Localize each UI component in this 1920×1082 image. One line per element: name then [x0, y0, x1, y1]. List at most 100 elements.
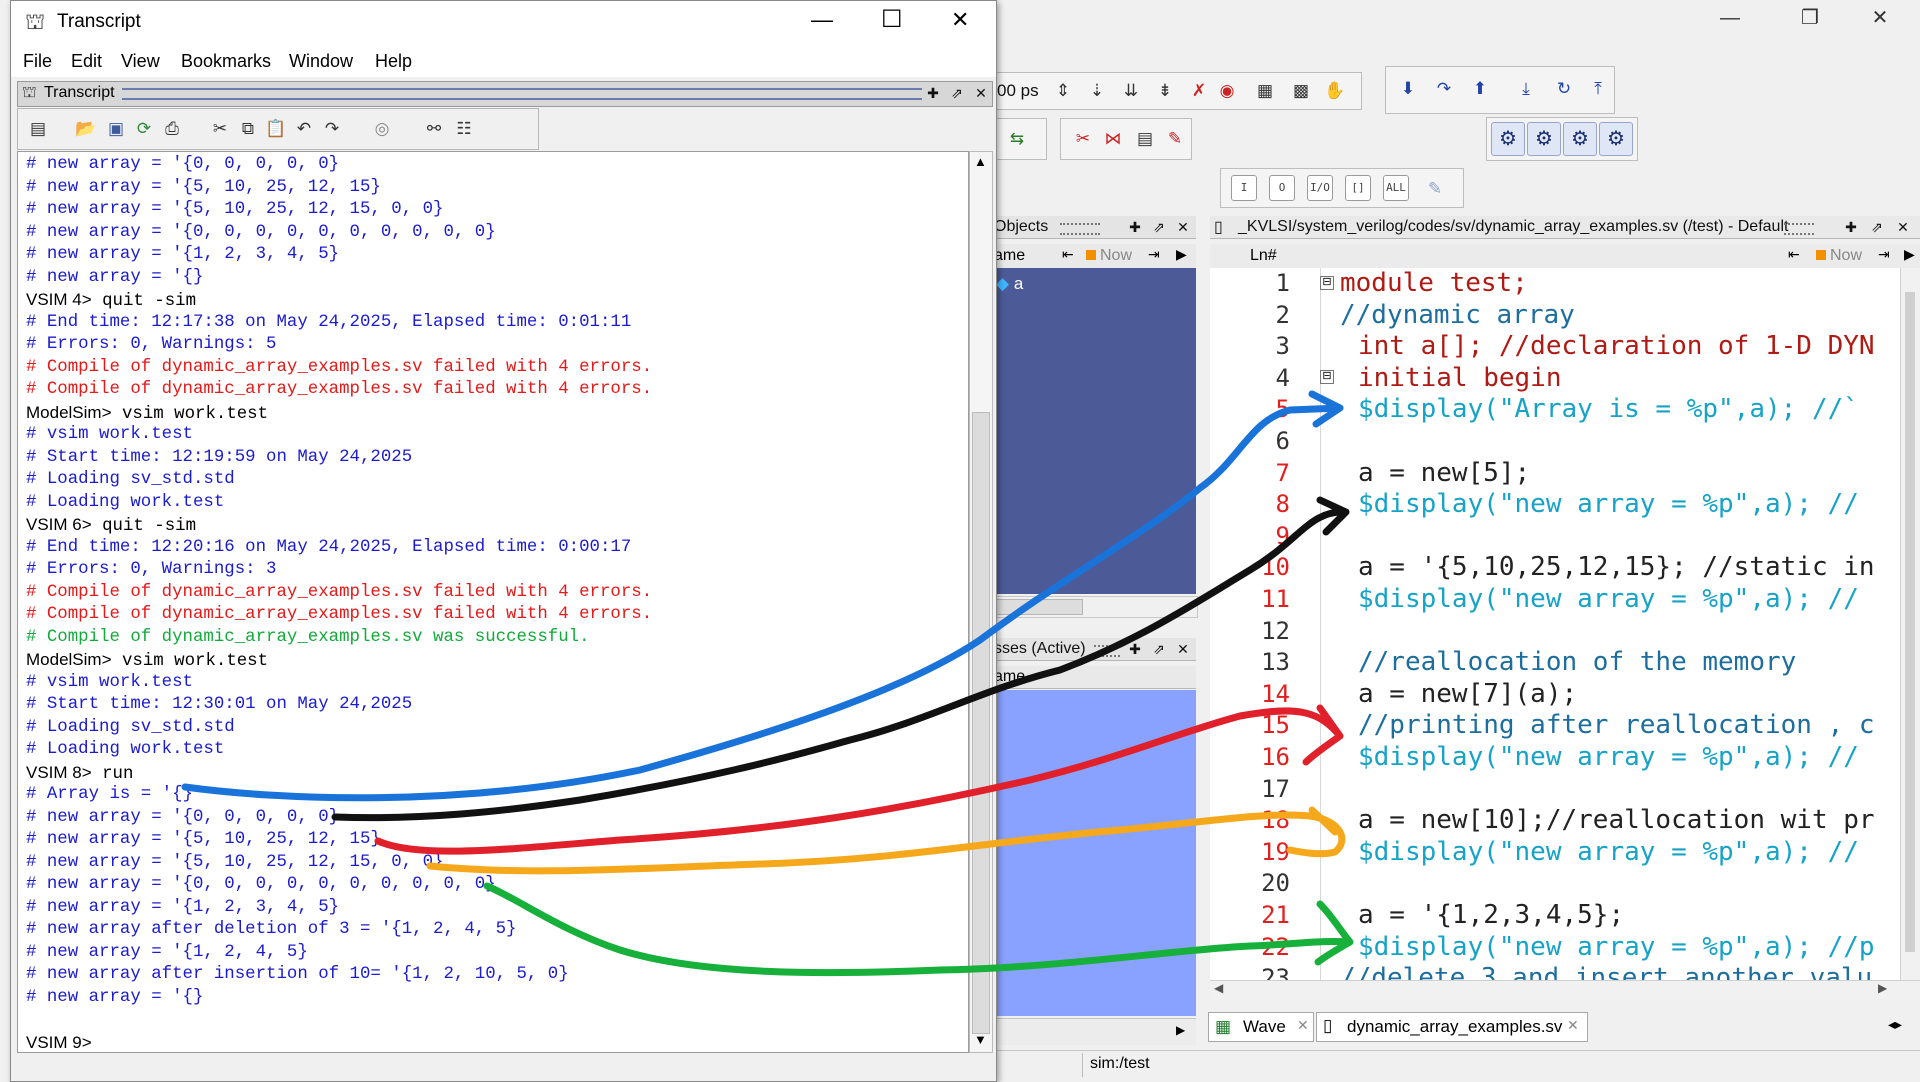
transcript-text-area[interactable]: # new array = '{0, 0, 0, 0, 0} # new arra…	[17, 151, 969, 1053]
menu-bookmarks[interactable]: Bookmarks	[181, 51, 271, 72]
menu-file[interactable]: File	[23, 51, 52, 72]
close-icon[interactable]: ✕	[1174, 640, 1192, 658]
tab-wave[interactable]: ▦ Wave ✕	[1208, 1012, 1314, 1042]
line-number[interactable]: 17	[1210, 774, 1290, 805]
new-file-icon[interactable]: ▤	[24, 115, 52, 143]
binoculars-icon[interactable]: ⚯	[420, 115, 448, 143]
run-all-icon[interactable]: ▩	[1287, 77, 1315, 105]
fold-toggle-icon[interactable]: ⊟	[1320, 276, 1334, 290]
objects-hscrollbar[interactable]	[990, 596, 1198, 618]
step-over-arrow-icon[interactable]: ↷	[1430, 75, 1458, 103]
objects-hscroll-thumb[interactable]	[993, 599, 1083, 615]
line-number[interactable]: 13	[1210, 647, 1290, 678]
restart-icon[interactable]: ▦	[1251, 77, 1279, 105]
line-number[interactable]: 8	[1210, 489, 1290, 520]
last-icon[interactable]: ⇥	[1148, 246, 1160, 263]
line-number[interactable]: 2	[1210, 300, 1290, 331]
document-icon[interactable]: ▤	[1131, 125, 1159, 153]
spin-updown-icon[interactable]: ⇕	[1049, 77, 1077, 105]
copy-icon[interactable]: ⧉	[234, 115, 262, 143]
step-into-arrow-icon[interactable]: ⤓	[1512, 75, 1540, 103]
dock-icon[interactable]: ✚	[1126, 218, 1144, 236]
first-icon[interactable]: ⇤	[1788, 246, 1800, 263]
first-icon[interactable]: ⇤	[1062, 246, 1074, 263]
scroll-right-icon[interactable]: ▶	[1878, 981, 1887, 995]
gear-icon[interactable]: ⚙	[1599, 122, 1633, 156]
close-icon[interactable]: ✕	[1174, 218, 1192, 236]
line-number[interactable]: 15	[1210, 710, 1290, 741]
last-icon[interactable]: ⇥	[1878, 246, 1890, 263]
main-close-button[interactable]: ✕	[1850, 4, 1910, 32]
source-vscroll-thumb[interactable]	[1905, 292, 1915, 952]
undo-icon[interactable]: ↶	[290, 115, 318, 143]
scroll-right-icon[interactable]: ▶	[1176, 1023, 1185, 1037]
line-number[interactable]: 21	[1210, 900, 1290, 931]
menu-help[interactable]: Help	[375, 51, 412, 72]
source-hscrollbar[interactable]: ◀ ▶	[1210, 980, 1920, 999]
scroll-left-icon[interactable]: ◀	[1214, 981, 1223, 995]
transcript-vscrollbar[interactable]: ▲ ▼	[969, 151, 993, 1053]
processes-hscrollbar[interactable]: ▶	[990, 1018, 1196, 1045]
list-icon[interactable]: ☷	[450, 115, 478, 143]
drag-handle[interactable]	[1784, 223, 1814, 235]
close-button[interactable]: ✕	[951, 7, 969, 33]
close-icon[interactable]: ✕	[1567, 1017, 1579, 1034]
line-number[interactable]: 19	[1210, 837, 1290, 868]
menu-view[interactable]: View	[121, 51, 160, 72]
step-out-arrow-icon[interactable]: ⤒	[1584, 75, 1612, 103]
line-number[interactable]: 16	[1210, 742, 1290, 773]
menu-window[interactable]: Window	[289, 51, 353, 72]
line-number[interactable]: 4	[1210, 363, 1290, 394]
scroll-down-icon[interactable]: ▼	[974, 1032, 987, 1047]
io-icon[interactable]: I/O	[1307, 175, 1333, 201]
reload-icon[interactable]: ⟳	[130, 115, 158, 143]
maximize-button[interactable]: ☐	[881, 5, 903, 34]
drag-handle[interactable]	[1060, 223, 1100, 235]
bracket-icon[interactable]: []	[1345, 175, 1371, 201]
step-over-dropdown-icon[interactable]: ↻	[1550, 75, 1578, 103]
delete-icon[interactable]: ✎	[1161, 125, 1189, 153]
step-down-arrow-icon[interactable]: ⬇	[1394, 75, 1422, 103]
close-icon[interactable]: ✕	[972, 84, 990, 102]
undock-icon[interactable]: ⇗	[948, 84, 966, 102]
circle-icon[interactable]: O	[1269, 175, 1295, 201]
line-number[interactable]: 22	[1210, 932, 1290, 963]
drag-handle[interactable]	[122, 88, 922, 100]
close-icon[interactable]: ✕	[1894, 218, 1912, 236]
minimize-button[interactable]: —	[811, 7, 833, 33]
dock-icon[interactable]: ✚	[1126, 640, 1144, 658]
all-icon[interactable]: ALL	[1383, 175, 1409, 201]
hand-icon[interactable]: ✋	[1321, 77, 1349, 105]
source-editor[interactable]: 1 module test; 2 //dynamic array 3 int a[]; /…	[1210, 268, 1900, 980]
undock-icon[interactable]: ⇗	[1150, 640, 1168, 658]
main-restore-button[interactable]: ❐	[1780, 4, 1840, 32]
line-number[interactable]: 23	[1210, 963, 1290, 980]
line-number[interactable]: 12	[1210, 616, 1290, 647]
main-minimize-button[interactable]: —	[1700, 4, 1760, 32]
close-icon[interactable]: ✕	[1297, 1017, 1309, 1034]
tab-scroll-arrows[interactable]: ◂▸	[1888, 1016, 1918, 1036]
print-icon[interactable]: ⎙	[158, 115, 186, 143]
scroll-up-icon[interactable]: ▲	[974, 154, 987, 169]
paste-icon[interactable]: 📋	[262, 115, 290, 143]
break-icon[interactable]: ✗	[1185, 77, 1213, 105]
pencil-icon[interactable]: ✎	[1421, 175, 1449, 203]
redo-icon[interactable]: ↷	[318, 115, 346, 143]
insert-cursor-icon[interactable]: I	[1231, 175, 1257, 201]
find-options-icon[interactable]: ◎	[368, 115, 396, 143]
line-number[interactable]: 3	[1210, 331, 1290, 362]
line-number[interactable]: 20	[1210, 868, 1290, 899]
run-length-field[interactable]: 00 ps	[997, 81, 1039, 101]
line-number[interactable]: 10	[1210, 552, 1290, 583]
gear-icon[interactable]: ⚙	[1491, 122, 1525, 156]
drag-handle[interactable]	[1094, 645, 1120, 657]
save-icon[interactable]: ▣	[102, 115, 130, 143]
gear-icon[interactable]: ⚙	[1563, 122, 1597, 156]
simulate-icon[interactable]: ⇆	[1003, 125, 1031, 153]
step-over-icon[interactable]: ⇊	[1117, 77, 1145, 105]
cut-icon[interactable]: ✂	[206, 115, 234, 143]
menu-edit[interactable]: Edit	[71, 51, 102, 72]
split-icon[interactable]: ✂	[1069, 125, 1097, 153]
scroll-right-icon[interactable]: ▶	[1904, 246, 1915, 263]
step-up-arrow-icon[interactable]: ⬆	[1466, 75, 1494, 103]
